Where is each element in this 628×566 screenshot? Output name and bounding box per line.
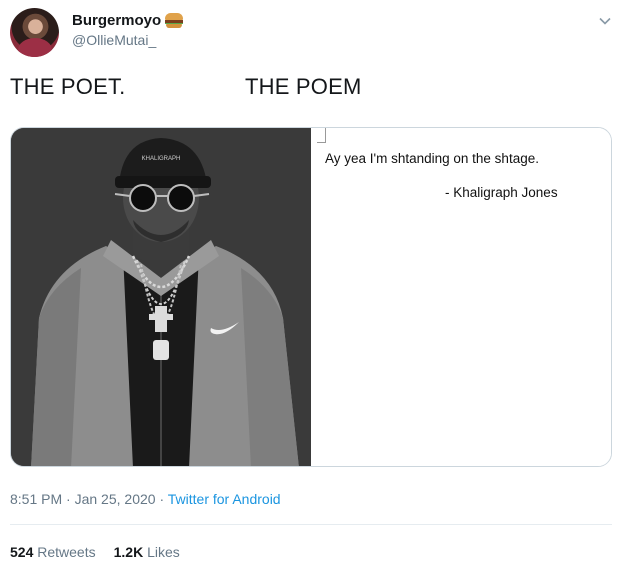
retweets-label: Retweets bbox=[37, 544, 96, 560]
author-block: Burgermoyo @OllieMutai_ bbox=[72, 12, 184, 48]
likes-label: Likes bbox=[147, 544, 180, 560]
retweets-stat[interactable]: 524 Retweets bbox=[10, 544, 96, 560]
avatar[interactable] bbox=[10, 8, 59, 57]
author-display-name[interactable]: Burgermoyo bbox=[72, 12, 161, 29]
poem-author: - Khaligraph Jones bbox=[445, 185, 558, 200]
author-handle[interactable]: @OllieMutai_ bbox=[72, 32, 183, 48]
burger-icon bbox=[165, 13, 184, 28]
retweets-count: 524 bbox=[10, 544, 34, 560]
cap-text: KHALIGRAPH bbox=[142, 156, 181, 162]
chevron-down-icon[interactable] bbox=[598, 14, 612, 28]
divider bbox=[10, 524, 612, 525]
tweet-time[interactable]: 8:51 PM bbox=[10, 491, 62, 507]
meta-separator: · bbox=[66, 491, 71, 507]
tweet-text: THE POET. THE POEM bbox=[10, 74, 362, 99]
tweet-meta: 8:51 PM · Jan 25, 2020 · Twitter for And… bbox=[10, 491, 281, 507]
author-name-row[interactable]: Burgermoyo bbox=[72, 12, 184, 29]
tweet-media[interactable]: KHALIGRAPH Ay yea I'm shtanding on the s… bbox=[10, 127, 612, 467]
likes-count: 1.2K bbox=[113, 544, 144, 560]
tweet-header: Burgermoyo @OllieMutai_ bbox=[10, 8, 618, 60]
poet-photo: KHALIGRAPH bbox=[11, 128, 311, 466]
meta-separator-2: · bbox=[159, 491, 165, 507]
likes-stat[interactable]: 1.2K Likes bbox=[114, 544, 180, 560]
tweet-source-link[interactable]: Twitter for Android bbox=[168, 491, 281, 507]
poem-line: Ay yea I'm shtanding on the shtage. bbox=[325, 151, 539, 166]
tweet-date[interactable]: Jan 25, 2020 bbox=[75, 491, 156, 507]
tweet-stats: 524 Retweets 1.2K Likes bbox=[10, 544, 180, 560]
poem-panel: Ay yea I'm shtanding on the shtage. - Kh… bbox=[311, 128, 611, 466]
